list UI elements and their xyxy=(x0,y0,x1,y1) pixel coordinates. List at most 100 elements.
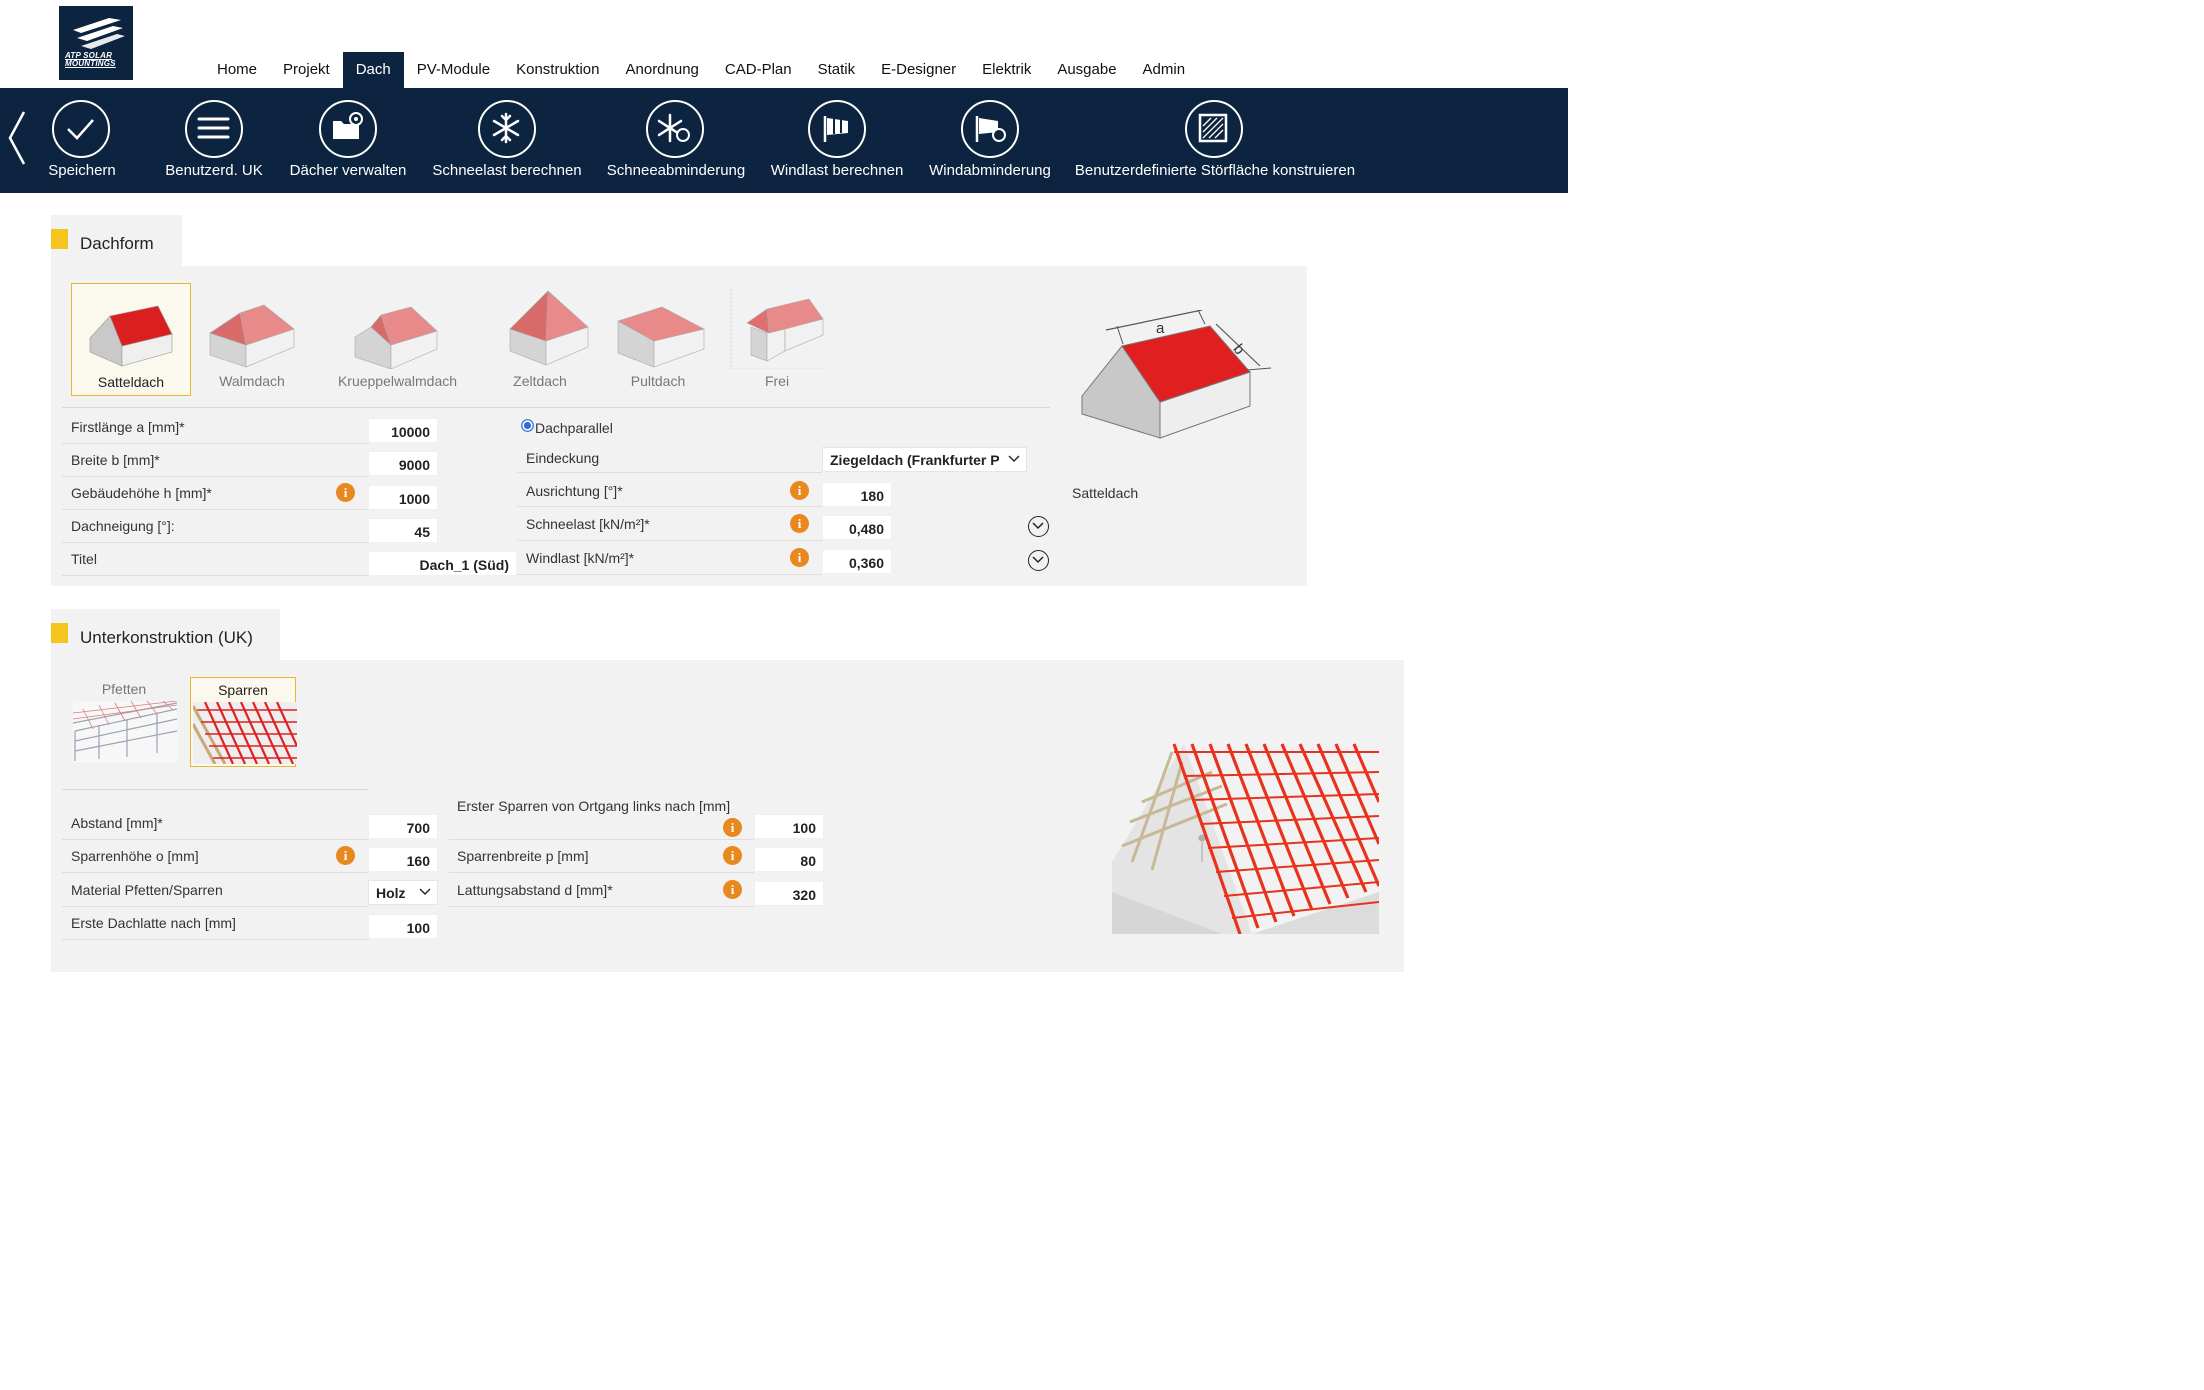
menu-elektrik[interactable]: Elektrik xyxy=(969,52,1044,88)
info-icon[interactable]: i xyxy=(790,481,809,500)
field-underline xyxy=(449,906,754,907)
field-underline xyxy=(62,906,368,907)
ausrichtung-input[interactable]: 180 xyxy=(822,482,892,507)
erster-sparren-input[interactable]: 100 xyxy=(754,814,824,839)
sparren-icon xyxy=(193,702,297,764)
expand-chevron-icon[interactable] xyxy=(1028,550,1049,571)
uk-type-sparren[interactable]: Sparren xyxy=(190,677,297,767)
material-select[interactable]: Holz xyxy=(368,880,438,905)
wind-reduction-button[interactable]: Windabminderung xyxy=(925,88,1055,193)
snow-reduction-label: Schneeabminderung xyxy=(606,162,746,179)
calc-wind-load-button[interactable]: Windlast berechnen xyxy=(770,88,905,193)
roof-type-walmdach[interactable]: Walmdach xyxy=(192,283,312,396)
dachparallel-label: Dachparallel xyxy=(535,420,613,436)
roof-type-label: Satteldach xyxy=(97,374,165,390)
custom-obstruction-button[interactable]: Benutzerdefinierte Störfläche konstruier… xyxy=(1075,88,1355,193)
info-icon[interactable]: i xyxy=(336,846,355,865)
calc-snow-load-button[interactable]: Schneelast berechnen xyxy=(430,88,585,193)
field-underline xyxy=(62,443,368,444)
custom-obstruction-label: Benutzerdefinierte Störfläche konstruier… xyxy=(1074,162,1356,179)
calc-snow-load-label: Schneelast berechnen xyxy=(432,162,582,179)
dachneigung-input[interactable]: 45 xyxy=(368,518,438,543)
info-icon[interactable]: i xyxy=(790,514,809,533)
field-underline xyxy=(62,939,368,940)
breite-input[interactable]: 9000 xyxy=(368,451,438,476)
frei-icon xyxy=(730,289,827,369)
firstlaenge-input[interactable]: 10000 xyxy=(368,418,438,443)
roof-type-pultdach[interactable]: Pultdach xyxy=(598,283,718,396)
info-icon[interactable]: i xyxy=(723,880,742,899)
roof-type-frei[interactable]: Frei xyxy=(717,283,837,396)
menu-anordnung[interactable]: Anordnung xyxy=(613,52,712,88)
zeltdach-icon xyxy=(509,290,589,366)
divider xyxy=(62,407,1050,408)
sparrenhoehe-input[interactable]: 160 xyxy=(368,847,438,872)
menu-konstruktion[interactable]: Konstruktion xyxy=(503,52,612,88)
dachform-section-tab: Dachform xyxy=(51,215,182,267)
menu-dach[interactable]: Dach xyxy=(342,52,404,88)
menu-projekt[interactable]: Projekt xyxy=(270,52,343,88)
info-icon[interactable]: i xyxy=(723,846,742,865)
divider xyxy=(62,789,368,790)
uk-type-pfetten[interactable]: Pfetten xyxy=(71,677,177,767)
snow-reduction-button[interactable]: Schneeabminderung xyxy=(600,88,750,193)
lattungsabstand-input[interactable]: 320 xyxy=(754,881,824,906)
section-marker xyxy=(51,229,68,249)
manage-roofs-button[interactable]: Dächer verwalten xyxy=(290,88,410,193)
titel-input[interactable]: Dach_1 (Süd) xyxy=(368,551,517,576)
abstand-label: Abstand [mm]* xyxy=(71,815,163,831)
menu-e-designer[interactable]: E-Designer xyxy=(868,52,969,88)
firstlaenge-label: Firstlänge a [mm]* xyxy=(71,419,185,435)
action-toolbar: Speichern Benutzerd. UK Dächer verwalten xyxy=(0,88,1568,193)
roof-type-label: Zeltdach xyxy=(513,373,567,389)
save-button[interactable]: Speichern xyxy=(0,88,165,193)
windsock-icon xyxy=(808,100,866,158)
roof-type-zeltdach[interactable]: Zeltdach xyxy=(480,283,600,396)
field-underline xyxy=(62,872,368,873)
logo[interactable]: ATP SOLAR MOUNTINGS xyxy=(59,6,133,80)
expand-chevron-icon[interactable] xyxy=(1028,516,1049,537)
gebaeudehoehe-input[interactable]: 1000 xyxy=(368,485,438,510)
abstand-input[interactable]: 700 xyxy=(368,814,438,839)
chevron-down-icon xyxy=(419,888,431,895)
dachparallel-radio[interactable] xyxy=(521,419,534,432)
info-icon[interactable]: i xyxy=(723,818,742,837)
field-underline xyxy=(62,542,368,543)
menu-ausgabe[interactable]: Ausgabe xyxy=(1044,52,1129,88)
erster-sparren-label: Erster Sparren von Ortgang links nach [m… xyxy=(457,798,731,814)
eindeckung-label: Eindeckung xyxy=(526,450,600,466)
info-icon[interactable]: i xyxy=(336,483,355,502)
menu-cad-plan[interactable]: CAD-Plan xyxy=(712,52,805,88)
schneelast-input[interactable]: 0,480 xyxy=(822,515,892,540)
erste-dachlatte-label: Erste Dachlatte nach [mm] xyxy=(71,915,236,931)
custom-uk-label: Benutzerd. UK xyxy=(165,162,263,179)
breite-label: Breite b [mm]* xyxy=(71,452,160,468)
lattungsabstand-label: Lattungsabstand d [mm]* xyxy=(457,882,613,898)
info-icon[interactable]: i xyxy=(790,548,809,567)
manage-roofs-label: Dächer verwalten xyxy=(289,162,407,179)
roof-type-label: Frei xyxy=(764,373,790,389)
sparrenbreite-input[interactable]: 80 xyxy=(754,847,824,872)
windsock-gear-icon xyxy=(961,100,1019,158)
uk-title: Unterkonstruktion (UK) xyxy=(80,628,253,647)
menu-admin[interactable]: Admin xyxy=(1130,52,1199,88)
gebaeudehoehe-label: Gebäudehöhe h [mm]* xyxy=(71,485,212,501)
sparrenbreite-label: Sparrenbreite p [mm] xyxy=(457,848,589,864)
windlast-input[interactable]: 0,360 xyxy=(822,549,892,574)
roof-type-label: Walmdach xyxy=(219,373,285,389)
erste-dachlatte-input[interactable]: 100 xyxy=(368,914,438,939)
custom-uk-button[interactable]: Benutzerd. UK xyxy=(165,88,285,193)
field-underline xyxy=(449,872,754,873)
main-menu: Home Projekt Dach PV-Module Konstruktion… xyxy=(204,52,1198,88)
roof-type-satteldach[interactable]: Satteldach xyxy=(71,283,191,396)
field-underline xyxy=(62,839,368,840)
satteldach-icon xyxy=(89,305,173,367)
eindeckung-select[interactable]: Ziegeldach (Frankfurter P xyxy=(822,447,1027,472)
rafter-structure-illustration xyxy=(1112,742,1379,934)
menu-pv-module[interactable]: PV-Module xyxy=(404,52,503,88)
menu-statik[interactable]: Statik xyxy=(805,52,869,88)
sparrenhoehe-label: Sparrenhöhe o [mm] xyxy=(71,848,199,864)
roof-type-krueppelwalmdach[interactable]: Krueppelwalmdach xyxy=(335,283,460,396)
menu-home[interactable]: Home xyxy=(204,52,270,88)
section-marker xyxy=(51,623,68,643)
